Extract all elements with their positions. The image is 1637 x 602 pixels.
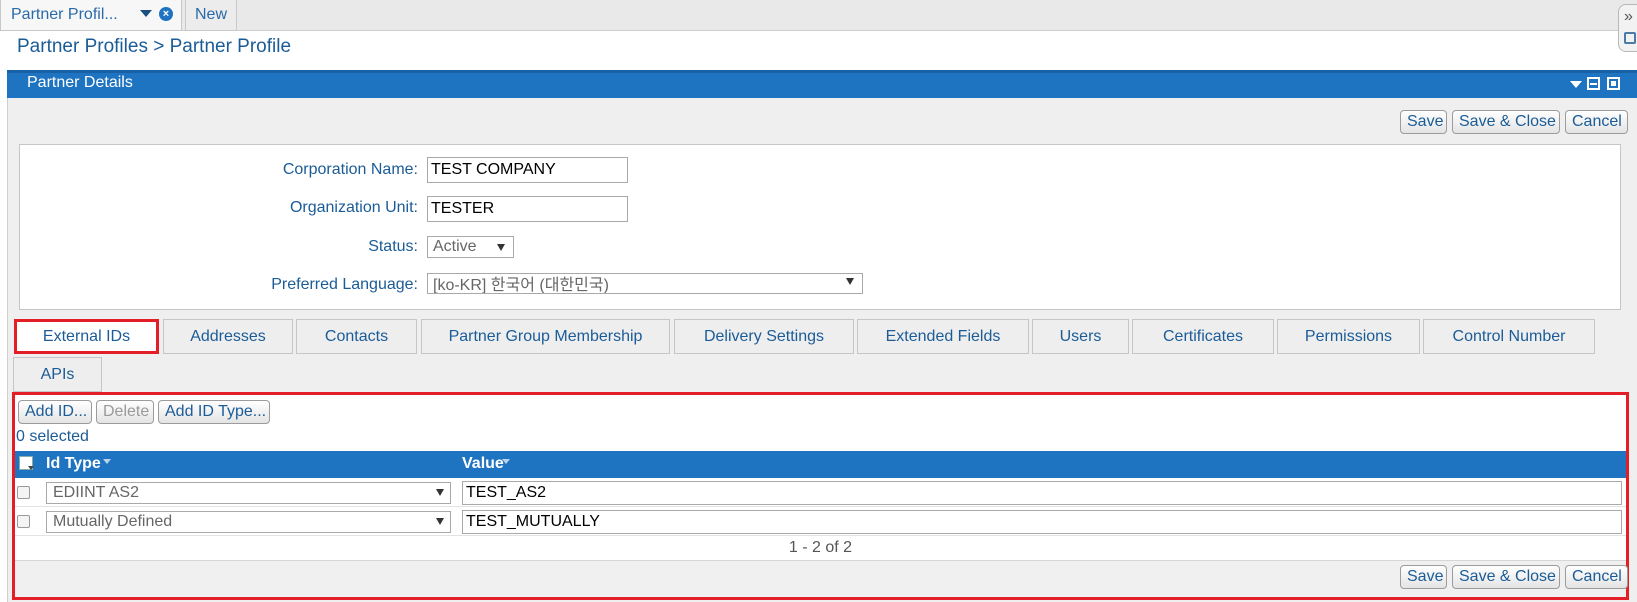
id-value-input[interactable] [462,481,1622,505]
dropdown-arrow-icon[interactable] [436,518,444,525]
id-type-value: Mutually Defined [53,513,173,530]
column-header-id-type[interactable]: Id Type [46,455,101,473]
corporation-name-label: Corporation Name: [282,161,418,178]
selected-count: 0 selected [16,428,89,445]
tab-apis[interactable]: APIs [13,357,102,392]
maximize-icon[interactable] [1607,77,1620,90]
organization-unit-input[interactable] [427,196,628,222]
close-circle-icon[interactable]: × [159,7,173,21]
tab-label: Users [1059,327,1102,345]
id-value-input[interactable] [462,510,1622,534]
delete-button[interactable]: Delete [96,400,154,424]
document-tab-label: New [194,6,227,23]
tab-delivery-settings[interactable]: Delivery Settings [674,319,854,354]
sort-icon[interactable] [103,459,111,464]
preferred-language-select[interactable]: [ko-KR] 한국어 (대한민국) [427,273,863,294]
tab-users[interactable]: Users [1032,319,1129,354]
cancel-button[interactable]: Cancel [1565,110,1628,134]
breadcrumb: Partner Profiles > Partner Profile [17,36,292,57]
minimize-icon[interactable] [1587,77,1600,90]
save-button[interactable]: Save [1400,110,1447,134]
chevron-down-icon[interactable] [1570,81,1582,88]
document-tab-strip [0,0,1637,31]
preferred-language-label: Preferred Language: [271,276,418,293]
dropdown-arrow-icon[interactable] [436,489,444,496]
panel-title: Partner Details [27,74,133,91]
tab-external-ids[interactable]: External IDs [14,319,159,354]
row-checkbox[interactable] [17,486,30,499]
chevron-down-icon[interactable] [140,10,152,17]
tab-label: Extended Fields [885,327,1001,345]
tab-label: APIs [40,365,75,383]
save-button[interactable]: Save [1400,565,1447,589]
row-checkbox[interactable] [17,515,30,528]
add-id-type-button[interactable]: Add ID Type... [158,400,270,424]
document-tab-partner-profile[interactable]: Partner Profil... [0,0,182,31]
tab-control-number[interactable]: Control Number [1423,319,1595,354]
id-type-select[interactable]: Mutually Defined [46,511,451,533]
double-chevron-right-icon[interactable]: » [1624,9,1633,25]
add-id-button[interactable]: Add ID... [18,400,92,424]
document-tab-label: Partner Profil... [11,6,118,23]
document-tab-new[interactable]: New [185,0,237,31]
tab-label: Addresses [190,327,266,345]
tab-label: Partner Group Membership [448,327,643,345]
pager-status: 1 - 2 of 2 [788,539,853,556]
tab-permissions[interactable]: Permissions [1277,319,1420,354]
save-and-close-button[interactable]: Save & Close [1452,110,1560,134]
tab-label: Permissions [1304,327,1393,345]
tab-label: Certificates [1162,327,1244,345]
tab-extended-fields[interactable]: Extended Fields [857,319,1029,354]
tab-contacts[interactable]: Contacts [296,319,417,354]
list-icon[interactable] [1624,32,1636,44]
column-header-value[interactable]: Value [462,455,504,473]
tab-certificates[interactable]: Certificates [1132,319,1274,354]
grid-header [15,451,1626,478]
tab-label: Control Number [1452,327,1566,345]
tab-label: Contacts [324,327,389,345]
dropdown-arrow-icon[interactable] [497,244,505,251]
tab-addresses[interactable]: Addresses [163,319,293,354]
tab-label: External IDs [42,327,131,345]
bottom-toolbar [15,560,1626,597]
tab-partner-group-membership[interactable]: Partner Group Membership [421,319,670,354]
tab-label: Delivery Settings [703,327,825,345]
save-and-close-button[interactable]: Save & Close [1452,565,1560,589]
dropdown-arrow-icon[interactable] [846,278,854,285]
id-type-value: EDIINT AS2 [53,484,139,501]
panel-header [7,70,1637,98]
cancel-button[interactable]: Cancel [1565,565,1628,589]
status-select-value: Active [433,238,477,255]
sort-icon[interactable] [502,459,510,464]
id-type-select[interactable]: EDIINT AS2 [46,482,451,504]
organization-unit-label: Organization Unit: [289,199,418,216]
corporation-name-input[interactable] [427,157,628,183]
chevron-down-icon[interactable] [28,466,34,470]
preferred-language-value: [ko-KR] 한국어 (대한민국) [433,277,609,294]
status-label: Status: [368,238,418,255]
